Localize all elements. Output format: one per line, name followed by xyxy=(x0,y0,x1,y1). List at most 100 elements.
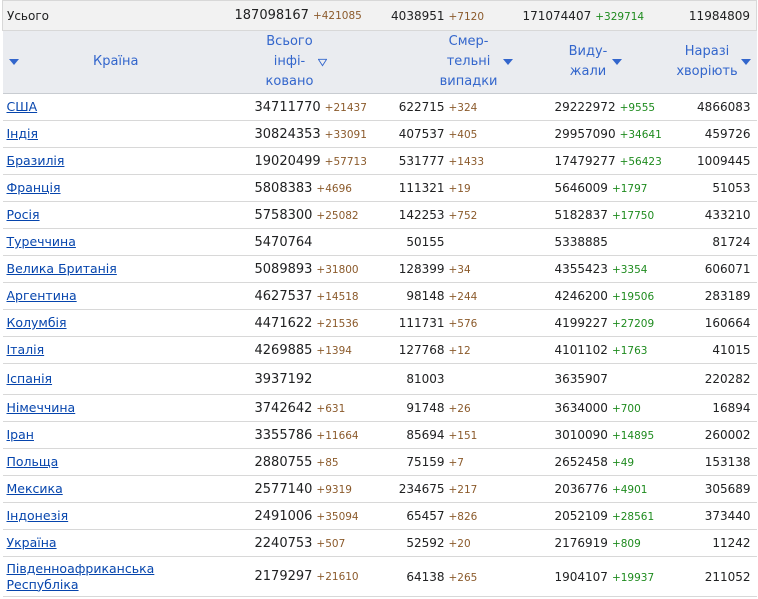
header-row: Країна Всього інфі-ковано Смер-тельні випа… xyxy=(2,30,757,94)
country-link[interactable]: Франція xyxy=(7,180,61,195)
cases-cell: 5758300 +25082 xyxy=(216,201,377,229)
cases-cell: 3355786 +11664 xyxy=(216,421,377,449)
recovered-value: 2176919 xyxy=(554,536,608,550)
country-link[interactable]: Велика Британія xyxy=(7,261,117,276)
deaths-delta: +151 xyxy=(448,430,478,442)
cases-delta: +14518 xyxy=(316,290,359,303)
cases-delta: +25082 xyxy=(316,209,359,222)
active-cell: 81724 xyxy=(670,228,757,256)
sort-outline-icon[interactable] xyxy=(318,58,328,67)
deaths-delta: +752 xyxy=(448,210,478,222)
recovered-value: 3635907 xyxy=(554,372,608,386)
country-link[interactable]: Німеччина xyxy=(7,400,76,415)
header-country[interactable]: Країна xyxy=(2,30,217,94)
cases-value: 2179297 xyxy=(254,569,313,584)
deaths-cell: 142253 +752 xyxy=(376,201,521,229)
header-deaths[interactable]: Смер-тельні випадки xyxy=(376,30,521,94)
cases-value: 2491006 xyxy=(254,508,313,524)
country-cell: Туреччина xyxy=(2,228,217,256)
recovered-cell: 3634000 +700 xyxy=(520,394,671,422)
deaths-delta: +244 xyxy=(448,291,478,303)
deaths-value: 75159 xyxy=(406,455,445,469)
country-link[interactable]: Аргентина xyxy=(7,288,77,303)
deaths-value: 65457 xyxy=(406,509,445,523)
sort-desc-icon[interactable] xyxy=(612,59,623,65)
country-link[interactable]: Україна xyxy=(7,535,57,550)
country-link[interactable]: Іспанія xyxy=(7,371,53,386)
deaths-cell: 52592 +20 xyxy=(376,529,521,557)
recovered-value: 5182837 xyxy=(554,208,608,222)
totals-deaths: 4038951 xyxy=(391,8,445,23)
sort-desc-icon[interactable] xyxy=(8,59,19,65)
active-cell: 305689 xyxy=(670,475,757,503)
header-cases[interactable]: Всього інфі-ковано xyxy=(216,30,377,94)
deaths-delta: +324 xyxy=(448,102,478,114)
header-cases-line1: Всього xyxy=(266,34,313,49)
active-cell: 11242 xyxy=(670,529,757,557)
cases-delta: +21610 xyxy=(316,571,359,583)
totals-recovered-delta: +329714 xyxy=(595,10,645,23)
country-link[interactable]: Індія xyxy=(7,126,39,141)
header-active-line1: Наразі xyxy=(684,44,730,59)
deaths-value: 50155 xyxy=(406,235,445,249)
recovered-delta: +3354 xyxy=(611,264,648,276)
recovered-delta: +17750 xyxy=(611,210,655,222)
deaths-cell: 85694 +151 xyxy=(376,421,521,449)
active-cell: 51053 xyxy=(670,174,757,202)
cases-delta: +1394 xyxy=(316,344,352,357)
country-link[interactable]: Колумбія xyxy=(7,315,67,330)
country-link[interactable]: Мексика xyxy=(7,481,63,496)
deaths-delta: +1433 xyxy=(448,156,485,168)
deaths-value: 407537 xyxy=(398,127,445,141)
totals-active: 11984809 xyxy=(670,0,757,31)
country-link[interactable]: США xyxy=(7,99,38,114)
recovered-value: 2052109 xyxy=(554,509,608,523)
recovered-cell: 1904107 +19937 xyxy=(520,556,671,597)
cases-cell: 3937192 xyxy=(216,363,377,395)
sort-desc-icon[interactable] xyxy=(502,59,513,65)
recovered-delta: +49 xyxy=(611,457,635,469)
deaths-delta: +12 xyxy=(448,345,471,357)
cases-cell: 2880755 +85 xyxy=(216,448,377,476)
deaths-cell: 81003 xyxy=(376,363,521,395)
country-link[interactable]: Росія xyxy=(7,207,40,222)
table-row: Індія 30824353 +33091 407537 +405 29957090 +34… xyxy=(2,120,757,148)
country-link[interactable]: Туреччина xyxy=(7,234,76,249)
country-link[interactable]: Індонезія xyxy=(7,508,69,523)
totals-deaths-delta: +7120 xyxy=(448,10,485,23)
totals-label: Усього xyxy=(2,0,217,31)
deaths-cell: 50155 xyxy=(376,228,521,256)
country-cell: Німеччина xyxy=(2,394,217,422)
country-link[interactable]: Іран xyxy=(7,427,34,442)
recovered-delta: +700 xyxy=(611,403,641,415)
active-cell: 606071 xyxy=(670,255,757,283)
active-cell: 1009445 xyxy=(670,147,757,175)
cases-delta: +11664 xyxy=(316,429,359,442)
cases-cell: 3742642 +631 xyxy=(216,394,377,422)
country-cell: Колумбія xyxy=(2,309,217,337)
country-link[interactable]: Італія xyxy=(7,342,45,357)
country-link[interactable]: Південноафриканська Республіка xyxy=(7,561,155,592)
deaths-delta: +19 xyxy=(448,183,471,195)
cases-delta: +4696 xyxy=(316,182,352,195)
country-cell: Франція xyxy=(2,174,217,202)
cases-value: 2240753 xyxy=(254,535,313,551)
recovered-delta: +19937 xyxy=(611,571,655,584)
country-link[interactable]: Польща xyxy=(7,454,59,469)
active-cell: 153138 xyxy=(670,448,757,476)
sort-desc-icon[interactable] xyxy=(740,59,751,65)
header-country-label[interactable]: Країна xyxy=(93,52,139,72)
recovered-delta: +28561 xyxy=(611,511,655,523)
country-link[interactable]: Бразилія xyxy=(7,153,65,168)
header-recovered[interactable]: Виду-жали xyxy=(520,30,671,94)
cases-cell: 2491006 +35094 xyxy=(216,502,377,530)
header-active[interactable]: Наразі хворіють xyxy=(670,30,757,94)
cases-delta: +631 xyxy=(316,402,346,415)
recovered-cell: 2052109 +28561 xyxy=(520,502,671,530)
cases-value: 34711770 xyxy=(254,99,321,115)
country-cell: Бразилія xyxy=(2,147,217,175)
recovered-value: 29222972 xyxy=(554,100,616,114)
deaths-cell: 622715 +324 xyxy=(376,93,521,121)
cases-cell: 5808383 +4696 xyxy=(216,174,377,202)
deaths-cell: 111321 +19 xyxy=(376,174,521,202)
